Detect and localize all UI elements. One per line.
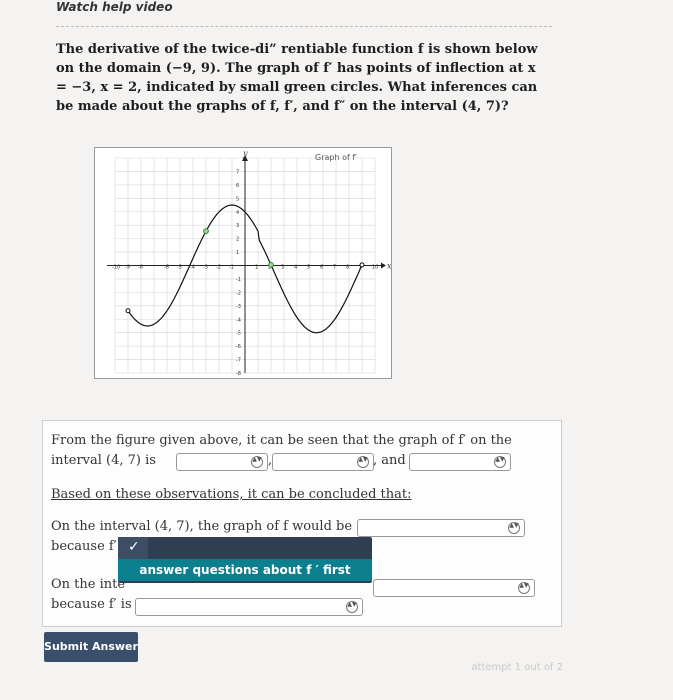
- y-axis-label: y: [242, 149, 248, 158]
- observations-heading: Based on these observations, it can be c…: [51, 487, 412, 502]
- x-tick-label: -2: [216, 265, 221, 271]
- x-tick-label: 1: [255, 265, 258, 271]
- y-tick-label: 3: [236, 223, 239, 229]
- endpoint-marker: [125, 308, 131, 314]
- x-tick-label: 5: [307, 265, 310, 271]
- x-arrow: [381, 262, 386, 269]
- attempt-counter: attempt 1 out of 2: [471, 662, 563, 673]
- x-tick-label: 3: [281, 265, 284, 271]
- tooltip-message: answer questions about f ′ first: [118, 559, 372, 581]
- x-tick-label: -3: [203, 265, 208, 271]
- fprime-behavior-select-2[interactable]: ▲▼: [272, 453, 374, 471]
- x-axis-label: x: [387, 262, 391, 271]
- f-second-select[interactable]: ▲▼: [373, 579, 535, 597]
- answer-and: , and: [373, 453, 406, 468]
- question-text: The derivative of the twice-di” rentiabl…: [56, 42, 538, 114]
- answer-box: From the figure given above, it can be s…: [42, 420, 562, 627]
- y-tick-label: 4: [236, 210, 239, 216]
- x-tick-label: -1: [229, 265, 234, 271]
- select-arrow-icon: ▲▼: [508, 522, 520, 534]
- x-tick-label: -9: [125, 265, 130, 271]
- conclusion-line-4: because f′ is: [51, 597, 132, 612]
- y-tick-label: -3: [236, 304, 241, 310]
- tooltip: ✓ answer questions about f ′ first: [118, 537, 372, 583]
- select-arrow-icon: ▲▼: [518, 582, 530, 594]
- y-tick-label: -8: [236, 371, 241, 377]
- y-tick-label: 7: [236, 169, 239, 175]
- f-prime-reason-select[interactable]: ▲▼: [135, 598, 363, 616]
- select-arrow-icon: ▲▼: [251, 456, 263, 468]
- y-tick-label: -1: [236, 277, 241, 283]
- y-tick-label: 2: [236, 237, 239, 243]
- select-arrow-icon: ▲▼: [494, 456, 506, 468]
- answer-line-2-prefix: interval (4, 7) is: [51, 453, 156, 468]
- y-tick-label: -5: [236, 331, 241, 337]
- y-tick-label: -4: [236, 317, 241, 323]
- inflection-point: [268, 262, 274, 268]
- select-arrow-icon: ▲▼: [357, 456, 369, 468]
- fprime-behavior-select-3[interactable]: ▲▼: [409, 453, 511, 471]
- f-graph-select[interactable]: ▲▼: [357, 519, 525, 537]
- graph-of-f-prime: Graph of f′ y x -10 -9 -8 -6 -5 -4 -3 -2 -1 1 2 3 4 5 6 7 8…: [107, 149, 391, 377]
- x-tick-label: 6: [320, 265, 323, 271]
- graph-image: Graph of f′ y x -10 -9 -8 -6 -5 -4 -3 -2 -1 1 2 3 4 5 6 7 8…: [94, 147, 392, 379]
- conclusion-line-2: because f′: [51, 539, 117, 554]
- x-tick-label: 10: [372, 265, 378, 271]
- watch-help-video-link[interactable]: Watch help video: [56, 0, 173, 14]
- check-icon: ✓: [128, 539, 140, 555]
- x-tick-label: -10: [112, 265, 120, 271]
- x-tick-label: -5: [177, 265, 182, 271]
- y-tick-label: 5: [236, 196, 239, 202]
- endpoint-marker: [359, 262, 365, 268]
- fprime-behavior-select-1[interactable]: ▲▼: [176, 453, 268, 471]
- select-arrow-icon: ▲▼: [346, 601, 358, 613]
- divider: [56, 26, 552, 27]
- y-tick-label: 6: [236, 183, 239, 189]
- answer-line-1: From the figure given above, it can be s…: [51, 433, 512, 448]
- y-tick-label: 1: [236, 250, 239, 256]
- graph-title: Graph of f′: [315, 153, 357, 162]
- y-tick-label: -2: [236, 290, 241, 296]
- conclusion-line-3: On the inte: [51, 577, 126, 592]
- x-tick-label: -4: [190, 265, 195, 271]
- x-tick-label: 4: [294, 265, 297, 271]
- y-tick-label: -7: [236, 358, 241, 364]
- inflection-point: [203, 228, 209, 235]
- submit-answer-button[interactable]: Submit Answer: [44, 632, 138, 662]
- x-tick-label: 7: [333, 265, 336, 271]
- x-tick-label: -6: [164, 265, 169, 271]
- conclusion-line-1: On the interval (4, 7), the graph of f w…: [51, 519, 353, 534]
- y-tick-label: -6: [236, 344, 241, 350]
- x-tick-label: 8: [346, 265, 349, 271]
- x-tick-label: -8: [138, 265, 143, 271]
